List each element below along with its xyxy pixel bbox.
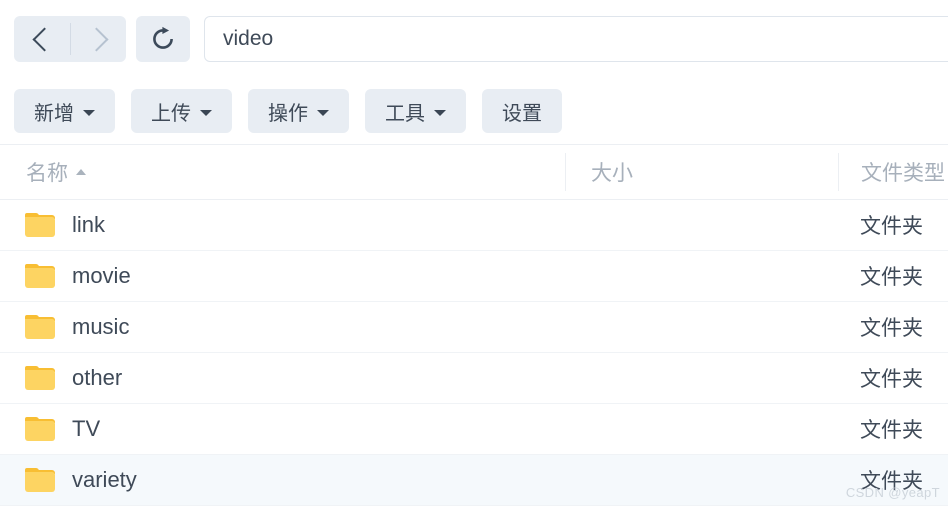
history-button-group <box>14 16 126 62</box>
table-row[interactable]: TV 文件夹 <box>0 404 948 455</box>
file-name-label: movie <box>72 263 131 288</box>
toolbar: 新增 上传 操作 工具 设置 <box>0 78 948 144</box>
refresh-button[interactable] <box>136 16 190 62</box>
chevron-down-icon <box>83 109 95 116</box>
toolbar-button-tools[interactable]: 工具 <box>365 89 466 133</box>
file-name-label: variety <box>72 467 137 492</box>
toolbar-button-settings[interactable]: 设置 <box>482 89 562 133</box>
forward-button[interactable] <box>70 16 126 62</box>
toolbar-button-upload-label: 上传 <box>151 102 191 125</box>
column-header-filetype-label: 文件类型 <box>861 162 945 185</box>
cell-filetype: 文件夹 <box>838 210 948 240</box>
column-header-name-label: 名称 <box>26 162 68 185</box>
table-row[interactable]: link 文件夹 <box>0 200 948 251</box>
file-name-label: music <box>72 314 130 339</box>
refresh-icon <box>153 26 173 49</box>
column-header-size[interactable]: 大小 <box>565 153 838 191</box>
toolbar-button-settings-label: 设置 <box>502 102 542 125</box>
cell-name[interactable]: variety <box>0 467 565 493</box>
folder-icon <box>25 264 55 288</box>
folder-icon <box>25 417 55 441</box>
file-list-table: 名称 大小 文件类型 link 文件夹 movie 文件夹 music 文件夹 other 文… <box>0 144 948 506</box>
file-type-label: 文件夹 <box>860 470 923 493</box>
toolbar-button-actions-label: 操作 <box>268 102 308 125</box>
cell-filetype: 文件夹 <box>838 414 948 444</box>
folder-icon <box>25 213 55 237</box>
cell-filetype: 文件夹 <box>838 465 948 495</box>
chevron-down-icon <box>434 109 446 116</box>
toolbar-button-new-label: 新增 <box>34 102 74 125</box>
address-bar[interactable] <box>204 16 948 62</box>
folder-icon <box>25 468 55 492</box>
toolbar-button-tools-label: 工具 <box>385 102 425 125</box>
cell-name[interactable]: TV <box>0 416 565 442</box>
cell-name[interactable]: movie <box>0 263 565 289</box>
column-header-name[interactable]: 名称 <box>0 157 565 187</box>
cell-filetype: 文件夹 <box>838 363 948 393</box>
chevron-down-icon <box>317 109 329 116</box>
chevron-left-icon <box>31 26 57 52</box>
navigation-bar <box>0 0 948 78</box>
toolbar-button-new[interactable]: 新增 <box>14 89 115 133</box>
sort-ascending-icon[interactable] <box>76 169 86 175</box>
back-button[interactable] <box>14 16 70 62</box>
file-type-label: 文件夹 <box>860 368 923 391</box>
table-row[interactable]: movie 文件夹 <box>0 251 948 302</box>
cell-filetype: 文件夹 <box>838 261 948 291</box>
file-name-label: other <box>72 365 123 390</box>
toolbar-button-actions[interactable]: 操作 <box>248 89 349 133</box>
file-type-label: 文件夹 <box>860 317 923 340</box>
cell-name[interactable]: link <box>0 212 565 238</box>
file-type-label: 文件夹 <box>860 266 923 289</box>
chevron-right-icon <box>83 26 109 52</box>
cell-name[interactable]: other <box>0 365 565 391</box>
folder-icon <box>25 315 55 339</box>
file-name-label: link <box>72 212 106 237</box>
table-body: link 文件夹 movie 文件夹 music 文件夹 other 文件夹 TV 文件夹 vari… <box>0 200 948 506</box>
chevron-down-icon <box>200 109 212 116</box>
address-input[interactable] <box>205 27 948 51</box>
cell-name[interactable]: music <box>0 314 565 340</box>
table-header-row: 名称 大小 文件类型 <box>0 144 948 200</box>
file-name-label: TV <box>72 416 101 441</box>
table-row[interactable]: variety 文件夹 <box>0 455 948 506</box>
table-row[interactable]: music 文件夹 <box>0 302 948 353</box>
column-header-filetype[interactable]: 文件类型 <box>838 153 948 191</box>
cell-filetype: 文件夹 <box>838 312 948 342</box>
column-header-size-label: 大小 <box>591 162 633 185</box>
folder-icon <box>25 366 55 390</box>
file-type-label: 文件夹 <box>860 215 923 238</box>
toolbar-button-upload[interactable]: 上传 <box>131 89 232 133</box>
table-row[interactable]: other 文件夹 <box>0 353 948 404</box>
file-type-label: 文件夹 <box>860 419 923 442</box>
